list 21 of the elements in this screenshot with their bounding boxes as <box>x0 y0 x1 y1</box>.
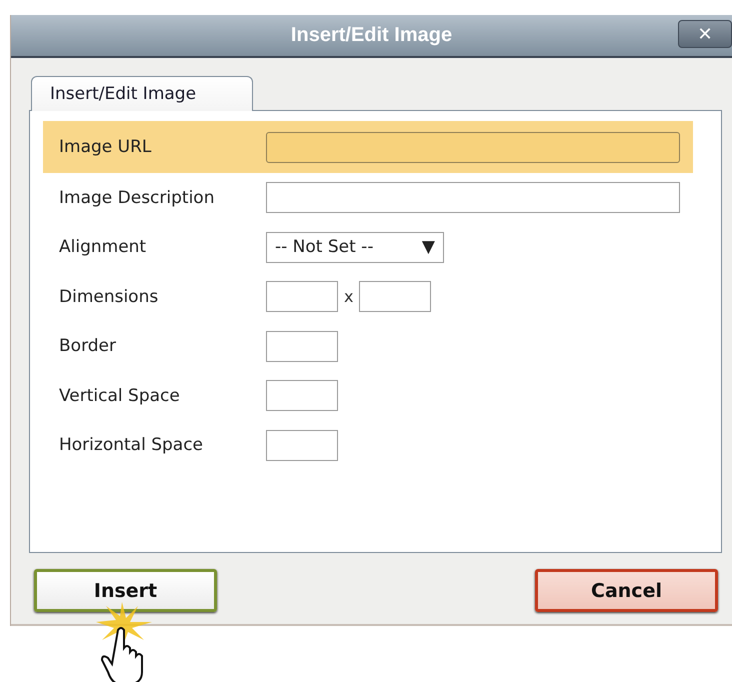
field-label: Image URL <box>59 137 152 157</box>
field-label: Image Description <box>59 188 216 208</box>
times-sign: x <box>344 287 354 306</box>
field-label: Dimensions <box>59 286 160 307</box>
cancel-button[interactable]: Cancel <box>535 569 718 612</box>
alignment-dropdown[interactable]: -- Not Set -- ▼ <box>266 232 444 263</box>
text-field[interactable] <box>266 182 680 214</box>
text-field[interactable] <box>266 132 680 162</box>
dialog-title: Insert/Edit Image <box>290 24 452 47</box>
number-field[interactable] <box>266 330 338 362</box>
field-label: Border <box>59 336 117 356</box>
number-field[interactable] <box>266 430 338 461</box>
field-label: Horizontal Space <box>59 435 204 456</box>
height-field[interactable] <box>359 281 432 312</box>
field-label: Vertical Space <box>59 386 181 406</box>
tab[interactable]: Insert/Edit Image <box>31 76 253 111</box>
width-field[interactable] <box>266 281 338 312</box>
close-button[interactable]: ✕ <box>678 20 732 48</box>
number-field[interactable] <box>266 380 338 412</box>
field-label: Alignment <box>59 237 148 258</box>
insert-button[interactable]: Insert <box>34 569 217 612</box>
